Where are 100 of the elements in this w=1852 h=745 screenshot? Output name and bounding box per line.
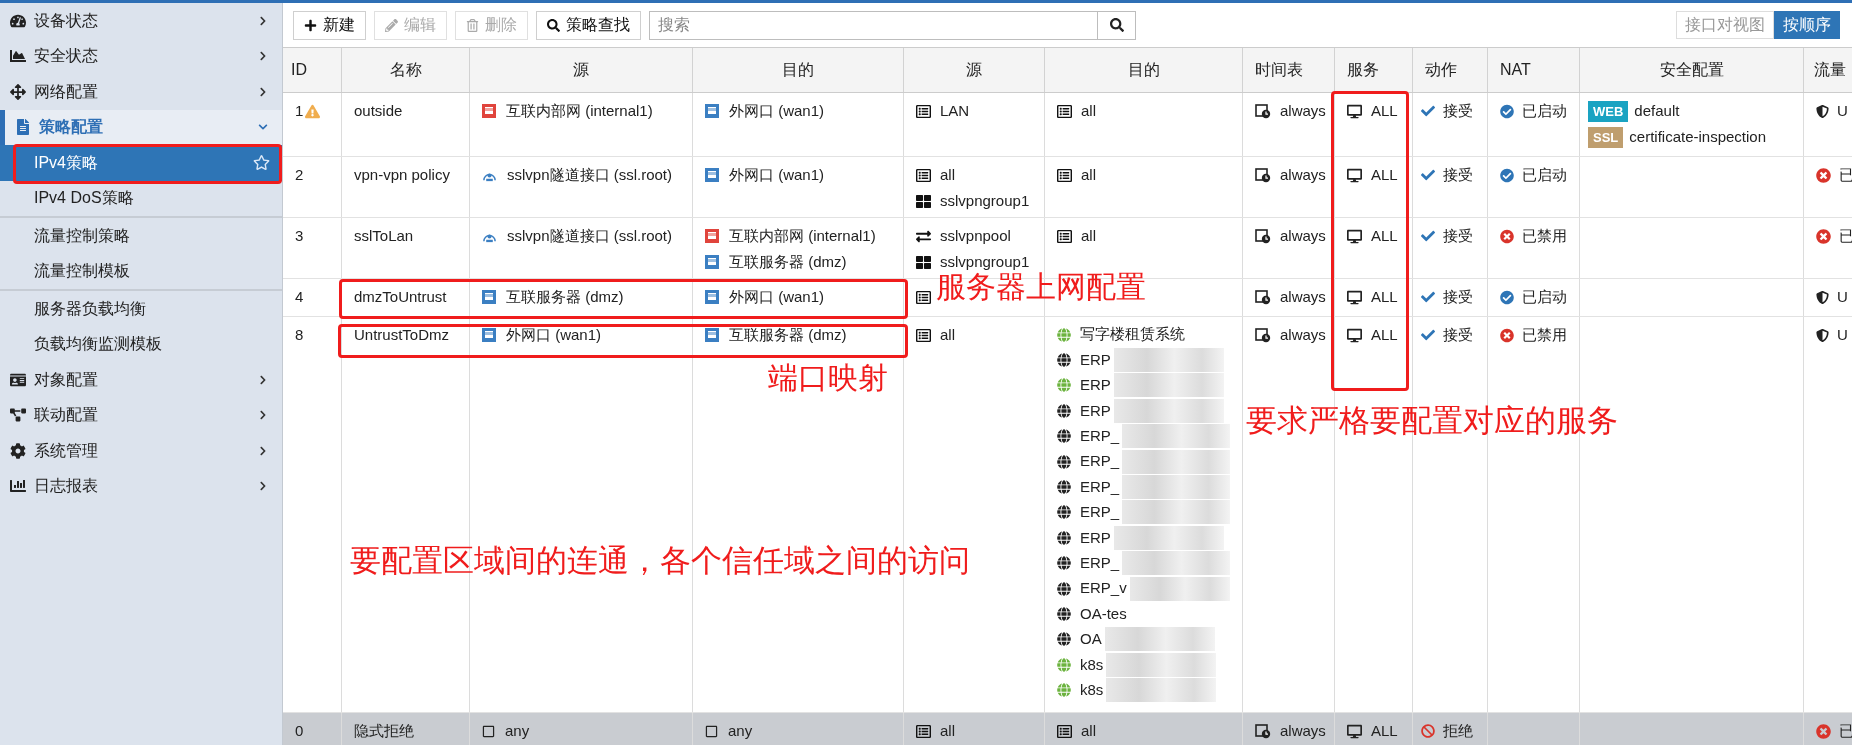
- sidebar-item[interactable]: 设备状态: [0, 3, 282, 39]
- network-port-icon: [482, 290, 496, 304]
- sidebar-subitem[interactable]: 流量控制策略: [0, 218, 282, 254]
- address-icon: [1057, 167, 1072, 183]
- interface-name: any: [728, 720, 753, 741]
- toolbar-button[interactable]: 新建: [293, 10, 366, 40]
- address-name: ERP_: [1080, 502, 1120, 523]
- table-cell-text: ALL: [1371, 100, 1398, 121]
- move-arrows-icon: [10, 83, 26, 100]
- sidebar-subitem[interactable]: IPv4 DoS策略: [0, 180, 282, 216]
- sidebar-item[interactable]: 系统管理: [0, 433, 282, 469]
- address-name: ERP_v: [1080, 578, 1127, 599]
- address-name: all: [940, 164, 955, 185]
- table-cell-text: U: [1837, 286, 1848, 307]
- group-icon: [916, 193, 931, 209]
- network-port-icon: [705, 328, 719, 342]
- id-card-icon: [10, 371, 26, 388]
- interface-name: 互联内部网 (internal1): [729, 225, 876, 246]
- address-name: all: [1081, 164, 1096, 185]
- address-icon: [1057, 103, 1072, 119]
- table-cell-text: always: [1280, 100, 1326, 121]
- table-cell-text: ALL: [1371, 720, 1398, 741]
- table-cell-text: U: [1837, 100, 1848, 121]
- view-toggle[interactable]: 按顺序: [1774, 11, 1840, 39]
- interface-name: sslvpn隧道接口 (ssl.root): [507, 164, 673, 185]
- chevron-right-icon: [258, 374, 268, 385]
- sidebar-subitem[interactable]: 负载均衡监测模板: [0, 326, 282, 362]
- address-name: all: [1081, 720, 1096, 741]
- table-cell-text: always: [1280, 225, 1326, 246]
- column-header[interactable]: 源: [904, 48, 1045, 92]
- column-header[interactable]: 目的: [1045, 48, 1243, 92]
- table-cell-text: 已启动: [1522, 100, 1567, 121]
- column-header[interactable]: 时间表: [1243, 48, 1335, 92]
- chevron-right-icon: [258, 410, 268, 421]
- search-icon: [1109, 18, 1124, 32]
- trash-icon: [466, 18, 479, 32]
- column-header[interactable]: NAT: [1488, 48, 1580, 92]
- column-header[interactable]: 流量: [1804, 48, 1852, 92]
- gauge-icon: [10, 12, 26, 29]
- profile-name: default: [1634, 100, 1680, 121]
- search-button[interactable]: [1098, 10, 1136, 40]
- address-icon: [1057, 723, 1072, 739]
- column-header[interactable]: 服务: [1335, 48, 1413, 92]
- table-cell-text: sslToLan: [354, 225, 414, 246]
- column-header[interactable]: 安全配置: [1580, 48, 1804, 92]
- group-icon: [916, 254, 931, 270]
- search-icon: [547, 18, 560, 32]
- table-cell-text: 2: [295, 164, 304, 185]
- chevron-right-icon: [258, 86, 268, 97]
- diagram-icon: [10, 407, 26, 424]
- address-name: ERP_: [1080, 426, 1120, 446]
- table-cell-text: 接受: [1443, 164, 1473, 185]
- sidebar-item[interactable]: 联动配置: [0, 397, 282, 433]
- address-icon: [1057, 228, 1072, 244]
- address-name: k8s: [1080, 679, 1104, 700]
- search-field[interactable]: 搜索: [649, 10, 1098, 40]
- column-header[interactable]: 源: [470, 48, 693, 92]
- address-icon: [916, 723, 931, 739]
- annotation-text: 服务器上网配置: [936, 272, 1146, 302]
- network-port-icon: [482, 328, 496, 342]
- plus-icon: [304, 18, 317, 32]
- address-icon: [916, 289, 931, 305]
- calendar-clock-icon: [1255, 723, 1271, 739]
- address-name: LAN: [940, 100, 970, 121]
- monitor-icon: [1347, 228, 1362, 244]
- table-cell-text: always: [1280, 324, 1326, 345]
- column-header[interactable]: ID: [283, 48, 342, 92]
- sidebar-subitem[interactable]: 流量控制模板: [0, 253, 282, 289]
- sidebar-item[interactable]: 日志报表: [0, 468, 282, 504]
- interface-name: 互联服务器 (dmz): [729, 324, 847, 345]
- network-port-icon: [705, 104, 719, 118]
- address-name: sslvpngroup1: [940, 190, 1030, 211]
- address-icon: [916, 327, 931, 343]
- address-name: ERP: [1080, 527, 1111, 548]
- toolbar-button[interactable]: 策略查找: [536, 10, 641, 40]
- interface-name: 外网口 (wan1): [729, 286, 825, 307]
- sidebar-item[interactable]: 安全状态: [0, 38, 282, 74]
- chevron-right-icon: [258, 445, 268, 456]
- range-icon: [916, 228, 931, 244]
- settings-icon: [10, 442, 26, 459]
- table-cell-text: 接受: [1443, 324, 1473, 345]
- annotation-text: 要配置区域间的连通，各个信任域之间的访问: [350, 545, 970, 576]
- interface-name: 外网口 (wan1): [506, 324, 602, 345]
- sidebar-item[interactable]: 策略配置: [0, 109, 282, 145]
- column-header[interactable]: 名称: [342, 48, 470, 92]
- calendar-clock-icon: [1255, 228, 1271, 244]
- table-cell-text: 8: [295, 324, 304, 345]
- table-cell-text: UntrustToDmz: [354, 324, 450, 345]
- sidebar-item[interactable]: 网络配置: [0, 74, 282, 110]
- chevron-right-icon: [258, 15, 268, 26]
- column-header[interactable]: 目的: [693, 48, 904, 92]
- table-cell-text: 接受: [1443, 100, 1473, 121]
- network-port-icon: [705, 290, 719, 304]
- calendar-clock-icon: [1255, 103, 1271, 119]
- sidebar-item[interactable]: 对象配置: [0, 362, 282, 398]
- star-icon[interactable]: [253, 154, 270, 172]
- sidebar-subitem[interactable]: 服务器负载均衡: [0, 291, 282, 327]
- chevron-right-icon: [258, 51, 268, 62]
- column-header[interactable]: 动作: [1413, 48, 1488, 92]
- sidebar-subitem[interactable]: IPv4策略: [0, 145, 282, 181]
